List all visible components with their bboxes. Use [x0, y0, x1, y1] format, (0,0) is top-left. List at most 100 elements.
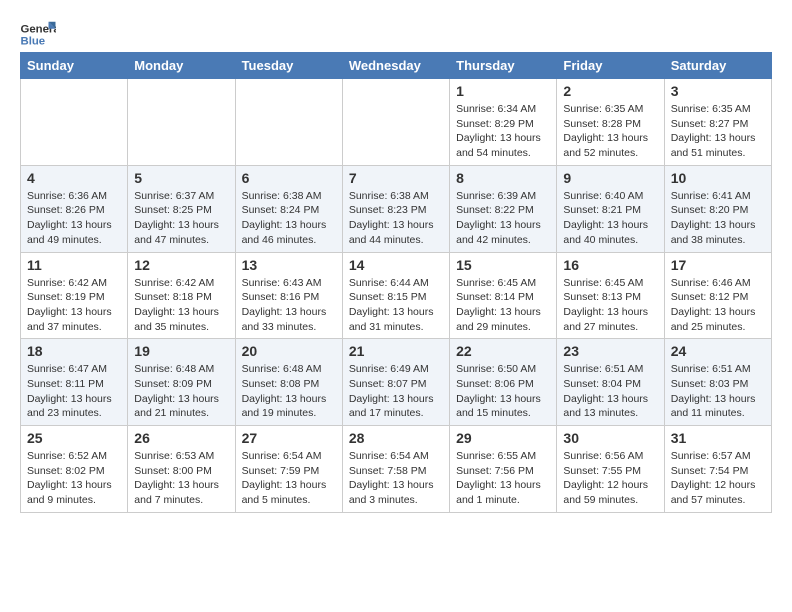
- day-info: Sunrise: 6:35 AM Sunset: 8:27 PM Dayligh…: [671, 102, 765, 161]
- calendar-cell: 3 Sunrise: 6:35 AM Sunset: 8:27 PM Daylig…: [664, 79, 771, 166]
- calendar-cell: 18 Sunrise: 6:47 AM Sunset: 8:11 PM Dayli…: [21, 339, 128, 426]
- day-info: Sunrise: 6:38 AM Sunset: 8:23 PM Dayligh…: [349, 189, 443, 248]
- calendar-week-1: 1 Sunrise: 6:34 AM Sunset: 8:29 PM Daylig…: [21, 79, 772, 166]
- calendar-cell: [128, 79, 235, 166]
- day-info: Sunrise: 6:36 AM Sunset: 8:26 PM Dayligh…: [27, 189, 121, 248]
- calendar-table: SundayMondayTuesdayWednesdayThursdayFrid…: [20, 52, 772, 513]
- day-number: 10: [671, 170, 765, 186]
- day-info: Sunrise: 6:51 AM Sunset: 8:03 PM Dayligh…: [671, 362, 765, 421]
- weekday-header-sunday: Sunday: [21, 53, 128, 79]
- calendar-cell: 30 Sunrise: 6:56 AM Sunset: 7:55 PM Dayli…: [557, 426, 664, 513]
- calendar-cell: [235, 79, 342, 166]
- calendar-cell: 12Sunrise: 6:42 AM Sunset: 8:18 PM Dayli…: [128, 252, 235, 339]
- calendar-cell: 5 Sunrise: 6:37 AM Sunset: 8:25 PM Daylig…: [128, 165, 235, 252]
- day-number: 7: [349, 170, 443, 186]
- calendar-cell: 23Sunrise: 6:51 AM Sunset: 8:04 PM Dayli…: [557, 339, 664, 426]
- calendar-cell: 17Sunrise: 6:46 AM Sunset: 8:12 PM Dayli…: [664, 252, 771, 339]
- day-info: Sunrise: 6:52 AM Sunset: 8:02 PM Dayligh…: [27, 449, 121, 508]
- day-number: 13: [242, 257, 336, 273]
- calendar-cell: 2Sunrise: 6:35 AM Sunset: 8:28 PM Daylig…: [557, 79, 664, 166]
- day-info: Sunrise: 6:48 AM Sunset: 8:08 PM Dayligh…: [242, 362, 336, 421]
- calendar-cell: 26 Sunrise: 6:53 AM Sunset: 8:00 PM Dayli…: [128, 426, 235, 513]
- day-number: 16: [563, 257, 657, 273]
- weekday-header-tuesday: Tuesday: [235, 53, 342, 79]
- header: General Blue: [20, 20, 772, 48]
- day-info: Sunrise: 6:48 AM Sunset: 8:09 PM Dayligh…: [134, 362, 228, 421]
- day-number: 15: [456, 257, 550, 273]
- day-info: Sunrise: 6:34 AM Sunset: 8:29 PM Dayligh…: [456, 102, 550, 161]
- calendar-cell: 1 Sunrise: 6:34 AM Sunset: 8:29 PM Daylig…: [450, 79, 557, 166]
- calendar-cell: 9 Sunrise: 6:40 AM Sunset: 8:21 PM Daylig…: [557, 165, 664, 252]
- logo-icon: General Blue: [20, 20, 56, 48]
- day-info: Sunrise: 6:54 AM Sunset: 7:58 PM Dayligh…: [349, 449, 443, 508]
- day-number: 11: [27, 257, 121, 273]
- calendar-cell: 28 Sunrise: 6:54 AM Sunset: 7:58 PM Dayli…: [342, 426, 449, 513]
- calendar-cell: 14 Sunrise: 6:44 AM Sunset: 8:15 PM Dayli…: [342, 252, 449, 339]
- day-info: Sunrise: 6:54 AM Sunset: 7:59 PM Dayligh…: [242, 449, 336, 508]
- calendar-cell: 10 Sunrise: 6:41 AM Sunset: 8:20 PM Dayli…: [664, 165, 771, 252]
- day-number: 1: [456, 83, 550, 99]
- day-info: Sunrise: 6:44 AM Sunset: 8:15 PM Dayligh…: [349, 276, 443, 335]
- day-info: Sunrise: 6:47 AM Sunset: 8:11 PM Dayligh…: [27, 362, 121, 421]
- calendar-cell: 4Sunrise: 6:36 AM Sunset: 8:26 PM Daylig…: [21, 165, 128, 252]
- day-number: 22: [456, 343, 550, 359]
- calendar-cell: 7 Sunrise: 6:38 AM Sunset: 8:23 PM Daylig…: [342, 165, 449, 252]
- logo: General Blue: [20, 20, 56, 48]
- calendar-cell: 20 Sunrise: 6:48 AM Sunset: 8:08 PM Dayli…: [235, 339, 342, 426]
- weekday-header-wednesday: Wednesday: [342, 53, 449, 79]
- day-info: Sunrise: 6:57 AM Sunset: 7:54 PM Dayligh…: [671, 449, 765, 508]
- calendar-cell: 16 Sunrise: 6:45 AM Sunset: 8:13 PM Dayli…: [557, 252, 664, 339]
- day-info: Sunrise: 6:55 AM Sunset: 7:56 PM Dayligh…: [456, 449, 550, 508]
- day-number: 3: [671, 83, 765, 99]
- calendar-cell: 29 Sunrise: 6:55 AM Sunset: 7:56 PM Dayli…: [450, 426, 557, 513]
- calendar-week-3: 11 Sunrise: 6:42 AM Sunset: 8:19 PM Dayli…: [21, 252, 772, 339]
- calendar-cell: 11 Sunrise: 6:42 AM Sunset: 8:19 PM Dayli…: [21, 252, 128, 339]
- day-info: Sunrise: 6:45 AM Sunset: 8:13 PM Dayligh…: [563, 276, 657, 335]
- day-number: 12: [134, 257, 228, 273]
- day-info: Sunrise: 6:49 AM Sunset: 8:07 PM Dayligh…: [349, 362, 443, 421]
- day-number: 31: [671, 430, 765, 446]
- calendar-cell: [21, 79, 128, 166]
- weekday-header-friday: Friday: [557, 53, 664, 79]
- day-number: 19: [134, 343, 228, 359]
- day-info: Sunrise: 6:53 AM Sunset: 8:00 PM Dayligh…: [134, 449, 228, 508]
- calendar-week-5: 25Sunrise: 6:52 AM Sunset: 8:02 PM Dayli…: [21, 426, 772, 513]
- day-info: Sunrise: 6:39 AM Sunset: 8:22 PM Dayligh…: [456, 189, 550, 248]
- day-number: 24: [671, 343, 765, 359]
- day-number: 18: [27, 343, 121, 359]
- calendar-cell: 25Sunrise: 6:52 AM Sunset: 8:02 PM Dayli…: [21, 426, 128, 513]
- day-number: 14: [349, 257, 443, 273]
- calendar-cell: 19 Sunrise: 6:48 AM Sunset: 8:09 PM Dayli…: [128, 339, 235, 426]
- day-info: Sunrise: 6:50 AM Sunset: 8:06 PM Dayligh…: [456, 362, 550, 421]
- weekday-header-monday: Monday: [128, 53, 235, 79]
- day-info: Sunrise: 6:37 AM Sunset: 8:25 PM Dayligh…: [134, 189, 228, 248]
- calendar-cell: 6 Sunrise: 6:38 AM Sunset: 8:24 PM Daylig…: [235, 165, 342, 252]
- day-number: 26: [134, 430, 228, 446]
- day-info: Sunrise: 6:56 AM Sunset: 7:55 PM Dayligh…: [563, 449, 657, 508]
- calendar-cell: 22 Sunrise: 6:50 AM Sunset: 8:06 PM Dayli…: [450, 339, 557, 426]
- day-number: 23: [563, 343, 657, 359]
- day-info: Sunrise: 6:45 AM Sunset: 8:14 PM Dayligh…: [456, 276, 550, 335]
- day-info: Sunrise: 6:42 AM Sunset: 8:19 PM Dayligh…: [27, 276, 121, 335]
- calendar-cell: 21Sunrise: 6:49 AM Sunset: 8:07 PM Dayli…: [342, 339, 449, 426]
- weekday-header-saturday: Saturday: [664, 53, 771, 79]
- day-info: Sunrise: 6:40 AM Sunset: 8:21 PM Dayligh…: [563, 189, 657, 248]
- day-number: 20: [242, 343, 336, 359]
- day-info: Sunrise: 6:35 AM Sunset: 8:28 PM Dayligh…: [563, 102, 657, 161]
- day-number: 28: [349, 430, 443, 446]
- day-number: 27: [242, 430, 336, 446]
- day-info: Sunrise: 6:41 AM Sunset: 8:20 PM Dayligh…: [671, 189, 765, 248]
- day-number: 30: [563, 430, 657, 446]
- calendar-cell: 27 Sunrise: 6:54 AM Sunset: 7:59 PM Dayli…: [235, 426, 342, 513]
- calendar-cell: 15 Sunrise: 6:45 AM Sunset: 8:14 PM Dayli…: [450, 252, 557, 339]
- day-number: 17: [671, 257, 765, 273]
- day-number: 6: [242, 170, 336, 186]
- day-number: 9: [563, 170, 657, 186]
- calendar-cell: 13 Sunrise: 6:43 AM Sunset: 8:16 PM Dayli…: [235, 252, 342, 339]
- day-info: Sunrise: 6:43 AM Sunset: 8:16 PM Dayligh…: [242, 276, 336, 335]
- calendar-week-4: 18 Sunrise: 6:47 AM Sunset: 8:11 PM Dayli…: [21, 339, 772, 426]
- day-number: 8: [456, 170, 550, 186]
- day-number: 29: [456, 430, 550, 446]
- day-number: 5: [134, 170, 228, 186]
- day-info: Sunrise: 6:38 AM Sunset: 8:24 PM Dayligh…: [242, 189, 336, 248]
